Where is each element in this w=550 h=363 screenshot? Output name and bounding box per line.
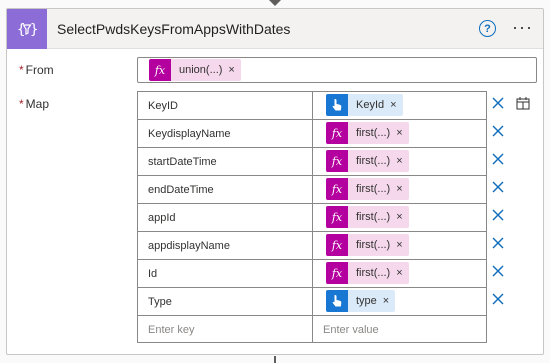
map-table: KeyID KeyId × KeydisplayName fx first(...) × st… bbox=[137, 91, 487, 343]
dynamic-content-token[interactable]: KeyId × bbox=[326, 94, 403, 116]
map-value-input[interactable]: fx first(...) × bbox=[313, 176, 486, 203]
expression-token[interactable]: fx first(...) × bbox=[326, 178, 409, 200]
map-key-input[interactable]: startDateTime bbox=[138, 148, 313, 175]
remove-row-icon[interactable] bbox=[491, 264, 509, 282]
svg-text:}: } bbox=[30, 22, 38, 38]
map-row: KeydisplayName fx first(...) × bbox=[138, 120, 486, 148]
remove-row-icon[interactable] bbox=[491, 208, 509, 226]
remove-row-icon[interactable] bbox=[491, 124, 509, 142]
remove-token-icon[interactable]: × bbox=[396, 155, 408, 167]
map-row: appdisplayName fx first(...) × bbox=[138, 232, 486, 260]
remove-token-icon[interactable]: × bbox=[228, 64, 240, 76]
token-label: first(...) bbox=[356, 267, 391, 279]
token-label: KeyId bbox=[356, 99, 385, 111]
expression-token[interactable]: fx first(...) × bbox=[326, 234, 409, 256]
from-label: * From bbox=[19, 63, 54, 77]
map-value-input[interactable]: fx first(...) × bbox=[313, 260, 486, 287]
from-label-text: From bbox=[25, 63, 54, 77]
expression-token[interactable]: fx first(...) × bbox=[326, 150, 409, 172]
token-label: first(...) bbox=[356, 239, 391, 251]
arrow-down-icon bbox=[269, 0, 281, 6]
map-row: endDateTime fx first(...) × bbox=[138, 176, 486, 204]
remove-token-icon[interactable]: × bbox=[383, 295, 395, 307]
fx-icon: fx bbox=[326, 234, 348, 256]
fx-icon: fx bbox=[326, 122, 348, 144]
map-row: Type type × bbox=[138, 288, 486, 316]
remove-token-icon[interactable]: × bbox=[396, 211, 408, 223]
remove-token-icon[interactable]: × bbox=[396, 267, 408, 279]
map-label-text: Map bbox=[25, 97, 50, 111]
remove-row-icon[interactable] bbox=[491, 292, 509, 310]
map-row: Id fx first(...) × bbox=[138, 260, 486, 288]
fx-icon: fx bbox=[326, 262, 348, 284]
switch-to-text-mode-icon[interactable] bbox=[515, 96, 531, 112]
new-key-input[interactable]: Enter key bbox=[138, 316, 313, 343]
map-key-input[interactable]: KeyID bbox=[138, 92, 313, 119]
token-label: first(...) bbox=[356, 183, 391, 195]
map-value-input[interactable]: fx first(...) × bbox=[313, 204, 486, 231]
remove-token-icon[interactable]: × bbox=[396, 183, 408, 195]
svg-text:{: { bbox=[17, 22, 25, 38]
dynamic-content-icon bbox=[326, 290, 348, 312]
action-title[interactable]: SelectPwdsKeysFromAppsWithDates bbox=[57, 21, 290, 37]
fx-icon: fx bbox=[326, 206, 348, 228]
token-label: type bbox=[356, 295, 377, 307]
map-key-input[interactable]: appdisplayName bbox=[138, 232, 313, 259]
fx-icon: fx bbox=[326, 150, 348, 172]
select-operation-icon: { } bbox=[7, 9, 47, 49]
remove-row-icon[interactable] bbox=[491, 180, 509, 198]
remove-row-icon[interactable] bbox=[491, 96, 509, 114]
expression-token[interactable]: fx first(...) × bbox=[326, 122, 409, 144]
connector-line-bottom bbox=[274, 356, 276, 363]
token-label: first(...) bbox=[356, 211, 391, 223]
expression-token[interactable]: fx first(...) × bbox=[326, 262, 409, 284]
remove-token-icon[interactable]: × bbox=[390, 99, 402, 111]
new-value-input[interactable]: Enter value bbox=[313, 316, 486, 343]
expression-token[interactable]: fx union(...) × bbox=[149, 59, 241, 81]
dynamic-content-token[interactable]: type × bbox=[326, 290, 396, 312]
question-icon[interactable]: ? bbox=[479, 20, 496, 37]
map-value-input[interactable]: fx first(...) × bbox=[313, 232, 486, 259]
map-value-input[interactable]: type × bbox=[313, 288, 486, 315]
map-row: KeyID KeyId × bbox=[138, 92, 486, 120]
map-key-input[interactable]: Id bbox=[138, 260, 313, 287]
remove-row-icon[interactable] bbox=[491, 236, 509, 254]
map-row-new: Enter key Enter value bbox=[138, 316, 486, 344]
map-value-input[interactable]: fx first(...) × bbox=[313, 148, 486, 175]
action-header[interactable]: { } SelectPwdsKeysFromAppsWithDates ? ··… bbox=[7, 9, 543, 49]
map-row: appId fx first(...) × bbox=[138, 204, 486, 232]
dynamic-content-icon bbox=[326, 94, 348, 116]
ellipsis-icon[interactable]: ··· bbox=[512, 17, 533, 38]
remove-row-icon[interactable] bbox=[491, 152, 509, 170]
required-mark: * bbox=[19, 97, 24, 111]
required-mark: * bbox=[19, 63, 24, 77]
remove-token-icon[interactable]: × bbox=[396, 239, 408, 251]
map-key-input[interactable]: appId bbox=[138, 204, 313, 231]
value-placeholder: Enter value bbox=[323, 323, 379, 336]
map-value-input[interactable]: fx first(...) × bbox=[313, 120, 486, 147]
from-input[interactable]: fx union(...) × bbox=[137, 57, 537, 83]
fx-icon: fx bbox=[149, 59, 171, 81]
map-label: * Map bbox=[19, 97, 49, 111]
map-key-input[interactable]: endDateTime bbox=[138, 176, 313, 203]
token-label: union(...) bbox=[179, 64, 223, 76]
expression-token[interactable]: fx first(...) × bbox=[326, 206, 409, 228]
map-row: startDateTime fx first(...) × bbox=[138, 148, 486, 176]
map-key-input[interactable]: Type bbox=[138, 288, 313, 315]
map-key-input[interactable]: KeydisplayName bbox=[138, 120, 313, 147]
map-value-input[interactable]: KeyId × bbox=[313, 92, 486, 119]
token-label: first(...) bbox=[356, 127, 391, 139]
select-action-card: { } SelectPwdsKeysFromAppsWithDates ? ··… bbox=[6, 8, 544, 355]
fx-icon: fx bbox=[326, 178, 348, 200]
token-label: first(...) bbox=[356, 155, 391, 167]
remove-token-icon[interactable]: × bbox=[396, 127, 408, 139]
